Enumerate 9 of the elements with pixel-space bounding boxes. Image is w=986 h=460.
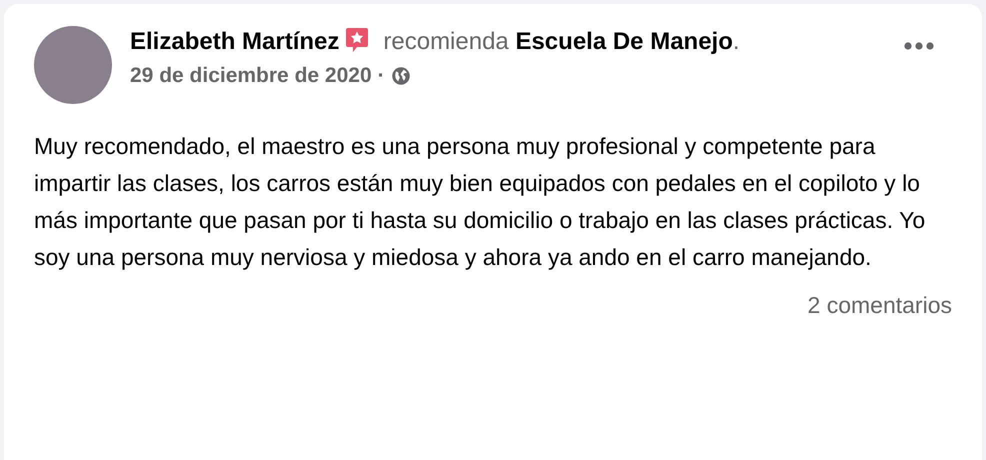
post-date[interactable]: 29 de diciembre de 2020 xyxy=(130,64,372,88)
globe-icon xyxy=(390,66,411,86)
review-text: Muy recomendado, el maestro es una persona muy profesional y competente para impartir las clases, los carros están muy bien equipados con pedales en el copiloto y lo más importante que pasan por ti hasta su domicilio o trabajo en las clases prácticas. Yo soy una persona muy nerviosa y miedosa y ahora ya ando en el carro manejando. xyxy=(34,132,926,272)
comments-count[interactable]: 2 comentarios xyxy=(808,292,952,319)
recommendation-star-icon xyxy=(345,27,370,53)
author-name[interactable]: Elizabeth Martínez xyxy=(130,28,340,55)
separator-dot: · xyxy=(378,64,385,88)
recommendation-text: recomienda Escuela De Manejo. xyxy=(383,28,740,55)
more-options-icon xyxy=(904,42,934,50)
